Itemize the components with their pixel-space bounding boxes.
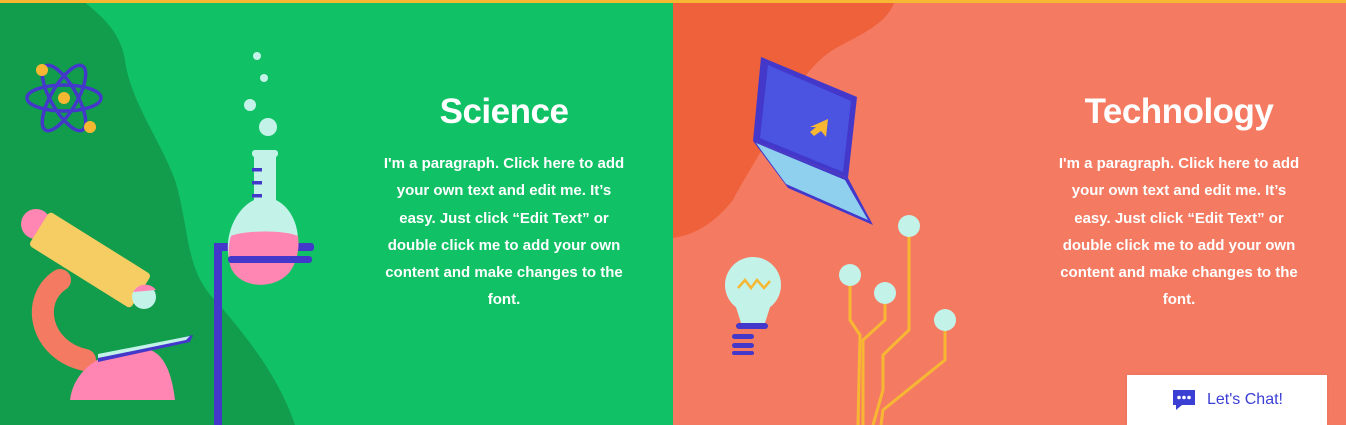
science-title: Science [439,92,569,131]
top-accent-line [0,0,1346,3]
technology-title: Technology [1084,92,1274,131]
circuit-icon [848,226,947,425]
technology-section: Technology I'm a paragraph. Click here t… [673,0,1346,425]
bubble-icon [260,74,268,82]
lightbulb-icon [725,257,781,355]
laptop-icon [753,57,873,225]
bubble-icon [253,52,261,60]
science-section: Science I'm a paragraph. Click here to a… [0,0,673,425]
chat-bubble-icon [1173,390,1195,410]
chat-widget-button[interactable]: Let's Chat! [1127,375,1327,425]
chat-label: Let's Chat! [1207,391,1283,408]
bubble-icon [244,99,256,111]
technology-paragraph: I'm a paragraph. Click here to add your … [1058,155,1300,309]
science-paragraph: I'm a paragraph. Click here to add your … [383,155,625,309]
bubble-icon [259,118,277,136]
